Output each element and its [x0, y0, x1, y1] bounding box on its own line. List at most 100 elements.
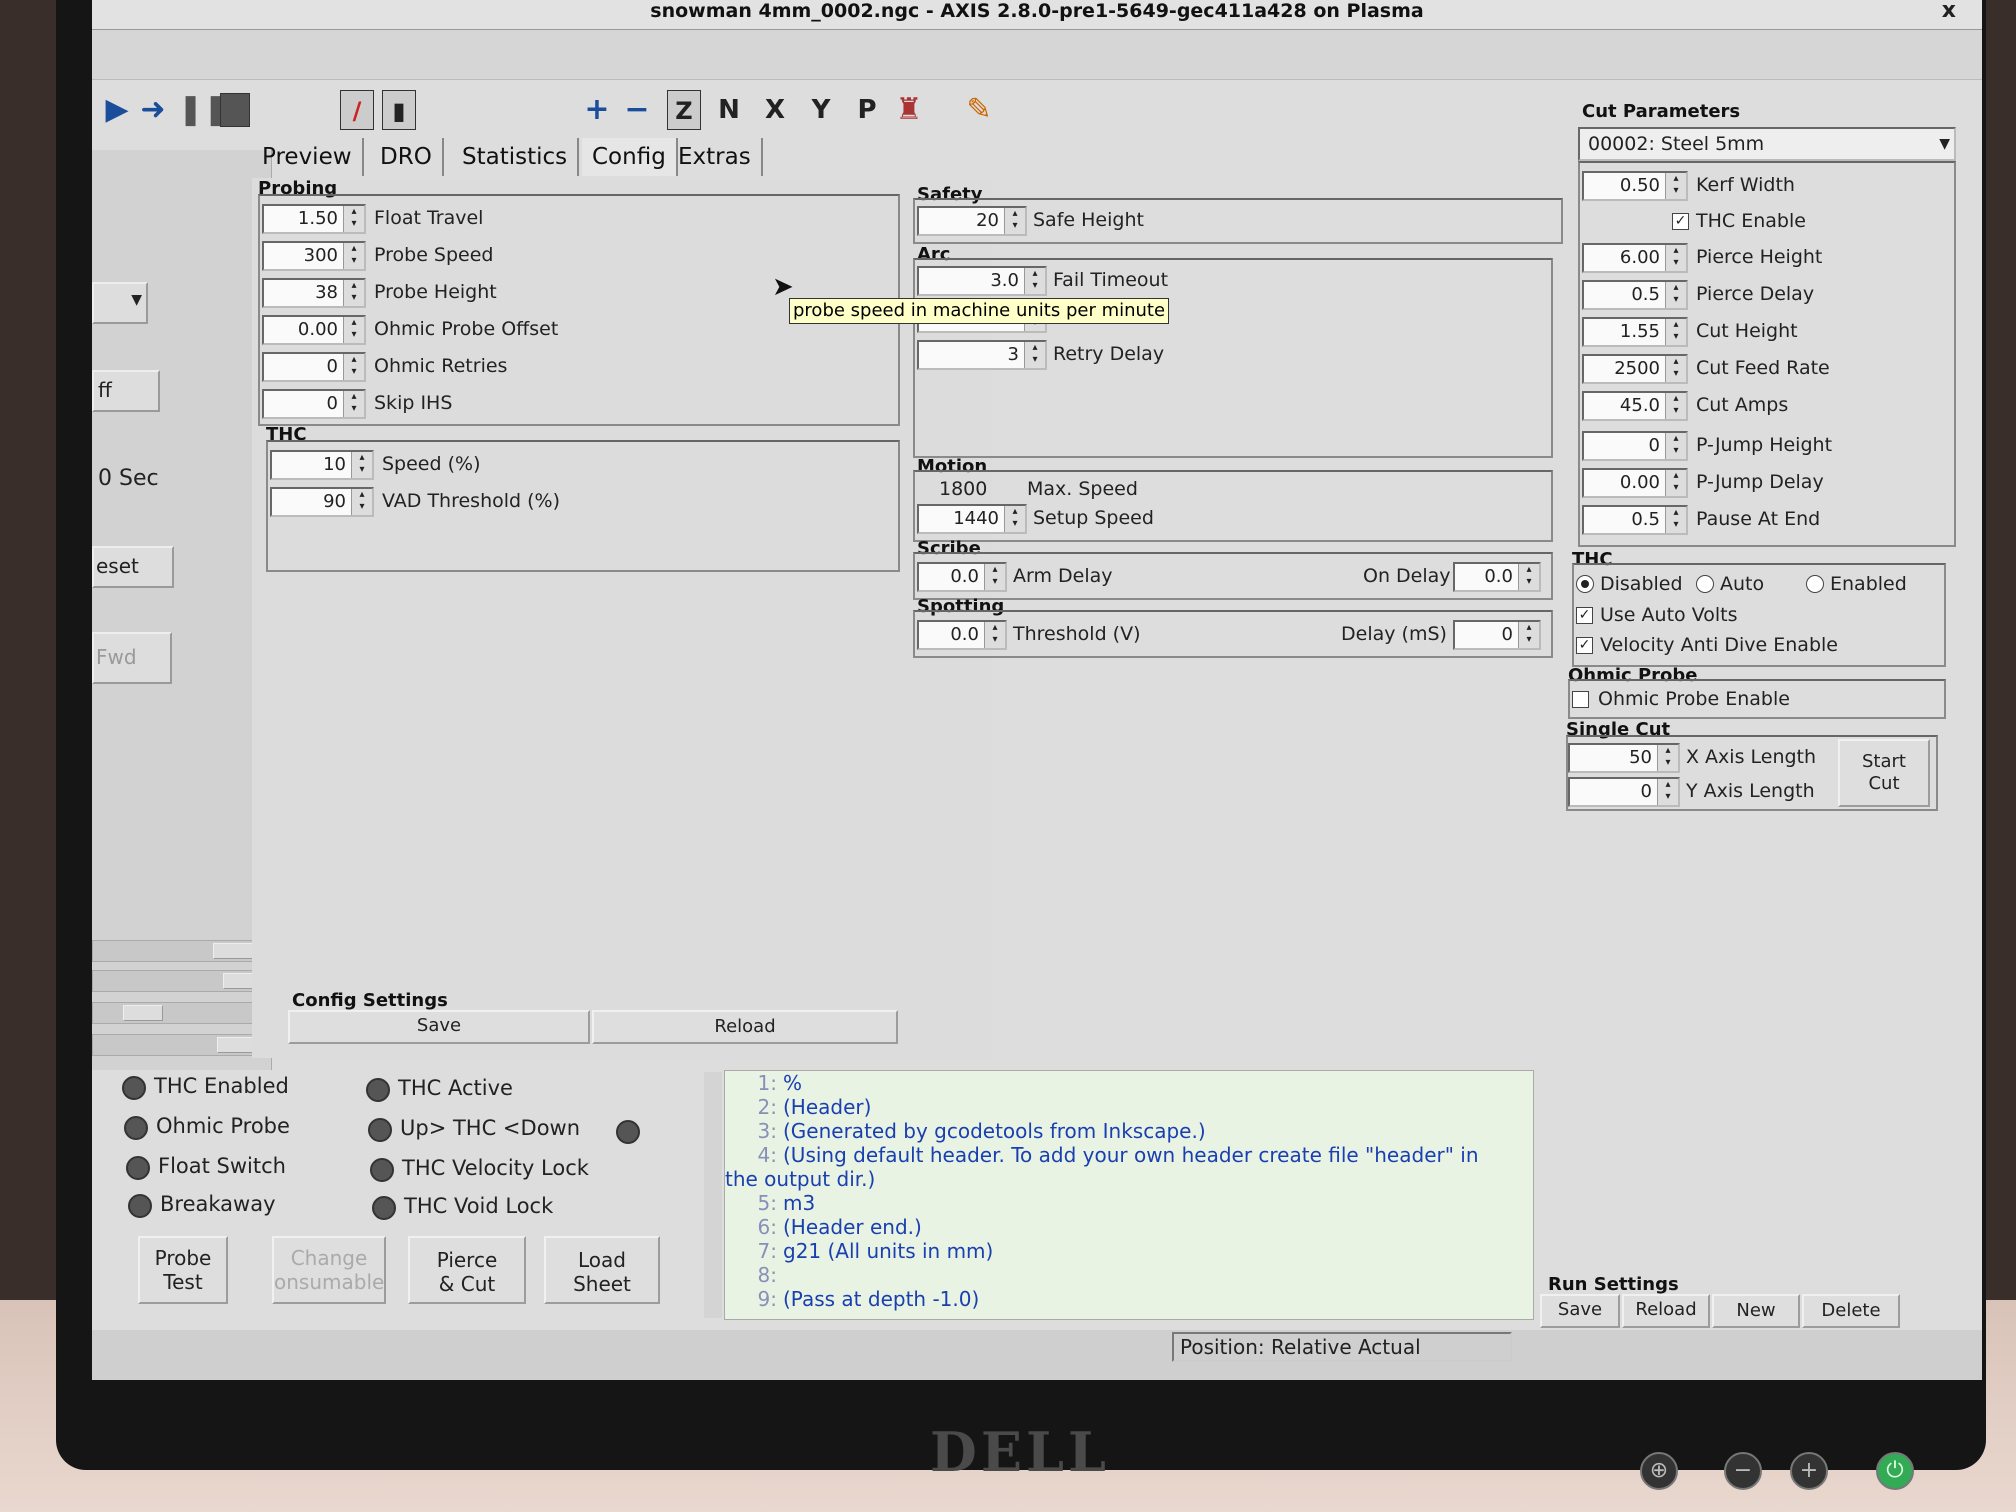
gcode-scrollbar[interactable] — [704, 1072, 722, 1318]
vad-enable-checkbox[interactable]: ✓ — [1576, 637, 1593, 654]
config-save-button[interactable]: Save — [288, 1010, 590, 1044]
step-icon[interactable]: ➜ — [136, 90, 170, 130]
material-dropdown[interactable]: 00002: Steel 5mm ▼ — [1578, 127, 1956, 161]
slider-1-handle[interactable] — [213, 943, 253, 959]
pause-at-end-label: Pause At End — [1696, 508, 1821, 530]
kerf-width-input[interactable]: 0.50 — [1582, 171, 1688, 201]
pierce-height-label: Pierce Height — [1696, 246, 1823, 268]
tab-statistics[interactable]: Statistics — [452, 138, 580, 176]
pierce-cut-button[interactable]: Pierce & Cut — [408, 1236, 526, 1304]
safe-height-input[interactable]: 20 — [917, 206, 1027, 236]
cut-amps-input[interactable]: 45.0 — [1582, 391, 1688, 421]
vad-threshold-input[interactable]: 90 — [270, 487, 374, 517]
block-delete-icon[interactable]: / — [340, 90, 374, 130]
max-speed-value: 1800 — [939, 478, 988, 500]
input-source-icon[interactable]: ⊕ — [1640, 1452, 1678, 1490]
gcode-line: 7: g21 (All units in mm) — [757, 1239, 994, 1263]
tab-preview[interactable]: Preview — [252, 138, 364, 176]
ohmic-retries-label: Ohmic Retries — [374, 355, 508, 377]
auto-volts-checkbox[interactable]: ✓ — [1576, 607, 1593, 624]
thc-active-led — [366, 1078, 390, 1102]
config-settings-title: Config Settings — [292, 990, 448, 1011]
close-icon[interactable]: x — [1942, 0, 1956, 22]
p-jump-delay-input[interactable]: 0.00 — [1582, 468, 1688, 498]
run-reload-button[interactable]: Reload — [1622, 1294, 1710, 1328]
slider-4-handle[interactable] — [217, 1037, 257, 1053]
cut-feed-rate-input[interactable]: 2500 — [1582, 354, 1688, 384]
load-sheet-button[interactable]: Load Sheet — [544, 1236, 660, 1304]
mode-dropdown[interactable]: ▼ — [92, 282, 148, 324]
run-save-button[interactable]: Save — [1540, 1294, 1620, 1328]
scribe-on-delay-input[interactable]: 0.0 — [1453, 562, 1541, 592]
brightness-up-icon[interactable]: + — [1790, 1452, 1828, 1490]
thc-disabled-label: Disabled — [1600, 573, 1683, 595]
tab-dro[interactable]: DRO — [370, 138, 444, 176]
probe-test-button[interactable]: Probe Test — [138, 1236, 228, 1304]
run-icon[interactable]: ▶ — [100, 90, 134, 130]
thc-active-led-label: THC Active — [398, 1076, 513, 1100]
clear-plot-icon[interactable]: ✎ — [962, 90, 996, 130]
thc-speed-input[interactable]: 10 — [270, 450, 374, 480]
menu-bar — [92, 30, 1982, 80]
change-consumable-button[interactable]: Change onsumable — [272, 1236, 386, 1304]
run-delete-button[interactable]: Delete — [1802, 1294, 1900, 1328]
pause-icon[interactable]: ❚❚ — [178, 90, 228, 130]
pierce-height-input[interactable]: 6.00 — [1582, 243, 1688, 273]
spotting-delay-input[interactable]: 0 — [1453, 620, 1541, 650]
y-axis-length-input[interactable]: 0 — [1568, 777, 1680, 807]
thc-auto-radio[interactable] — [1696, 575, 1714, 593]
setup-speed-input[interactable]: 1440 — [917, 504, 1027, 534]
slider-3-handle[interactable] — [123, 1005, 163, 1021]
ohmic-offset-input[interactable]: 0.00 — [262, 315, 366, 345]
p-jump-height-label: P-Jump Height — [1696, 434, 1833, 456]
config-reload-button[interactable]: Reload — [592, 1010, 898, 1044]
fail-timeout-input[interactable]: 3.0 — [917, 266, 1047, 296]
off-button[interactable]: ff — [92, 370, 160, 412]
void-lock-led-label: THC Void Lock — [404, 1194, 554, 1218]
gcode-line: the output dir.) — [725, 1167, 876, 1191]
tab-extras[interactable]: Extras — [668, 138, 763, 176]
thc-enable-checkbox[interactable]: ✓ — [1672, 213, 1689, 230]
thc-disabled-radio[interactable] — [1576, 575, 1594, 593]
ohmic-probe-checkbox[interactable] — [1572, 691, 1589, 708]
slider-2[interactable] — [92, 970, 272, 992]
reset-button[interactable]: eset — [92, 546, 174, 588]
brightness-down-icon[interactable]: − — [1724, 1452, 1762, 1490]
spotting-threshold-input[interactable]: 0.0 — [917, 620, 1007, 650]
gcode-listing[interactable]: 1:% 2: (Header) 3: (Generated by gcodetool… — [724, 1070, 1534, 1320]
pause-at-end-input[interactable]: 0.5 — [1582, 505, 1688, 535]
float-travel-input[interactable]: 1.50 — [262, 204, 366, 234]
view-y-icon[interactable]: Y — [804, 90, 838, 130]
thc-speed-label: Speed (%) — [382, 453, 481, 475]
cut-height-input[interactable]: 1.55 — [1582, 317, 1688, 347]
power-icon[interactable]: ⏻ — [1876, 1452, 1914, 1490]
slider-1[interactable] — [92, 940, 272, 962]
view-n-icon[interactable]: N — [712, 90, 746, 130]
probe-speed-input[interactable]: 300 — [262, 241, 366, 271]
zoom-out-icon[interactable]: − — [620, 90, 654, 130]
slider-3[interactable] — [92, 1002, 272, 1024]
ohmic-retries-input[interactable]: 0 — [262, 352, 366, 382]
tab-config[interactable]: Config — [582, 138, 678, 176]
probe-height-input[interactable]: 38 — [262, 278, 366, 308]
thc-enabled-radio[interactable] — [1806, 575, 1824, 593]
slider-4[interactable] — [92, 1034, 272, 1056]
pierce-delay-input[interactable]: 0.5 — [1582, 280, 1688, 310]
retry-delay-input[interactable]: 3 — [917, 340, 1047, 370]
view-p-icon[interactable]: P — [850, 90, 884, 130]
view-x-icon[interactable]: X — [758, 90, 792, 130]
skip-ihs-input[interactable]: 0 — [262, 389, 366, 419]
optional-stop-icon[interactable]: ▮ — [382, 90, 416, 130]
p-jump-height-input[interactable]: 0 — [1582, 431, 1688, 461]
start-cut-button[interactable]: Start Cut — [1838, 739, 1930, 807]
rotate-icon[interactable]: ♜ — [892, 90, 926, 130]
probe-test-line1: Probe — [154, 1246, 212, 1270]
x-axis-length-input[interactable]: 50 — [1568, 743, 1680, 773]
scribe-arm-delay-input[interactable]: 0.0 — [917, 562, 1007, 592]
pierce-cut-line1: Pierce — [436, 1248, 498, 1272]
zoom-in-icon[interactable]: + — [580, 90, 614, 130]
fwd-button[interactable]: Fwd — [92, 632, 172, 684]
stop-icon[interactable] — [220, 93, 250, 127]
view-z-icon[interactable]: Z — [667, 90, 701, 130]
run-new-button[interactable]: New — [1712, 1294, 1800, 1328]
